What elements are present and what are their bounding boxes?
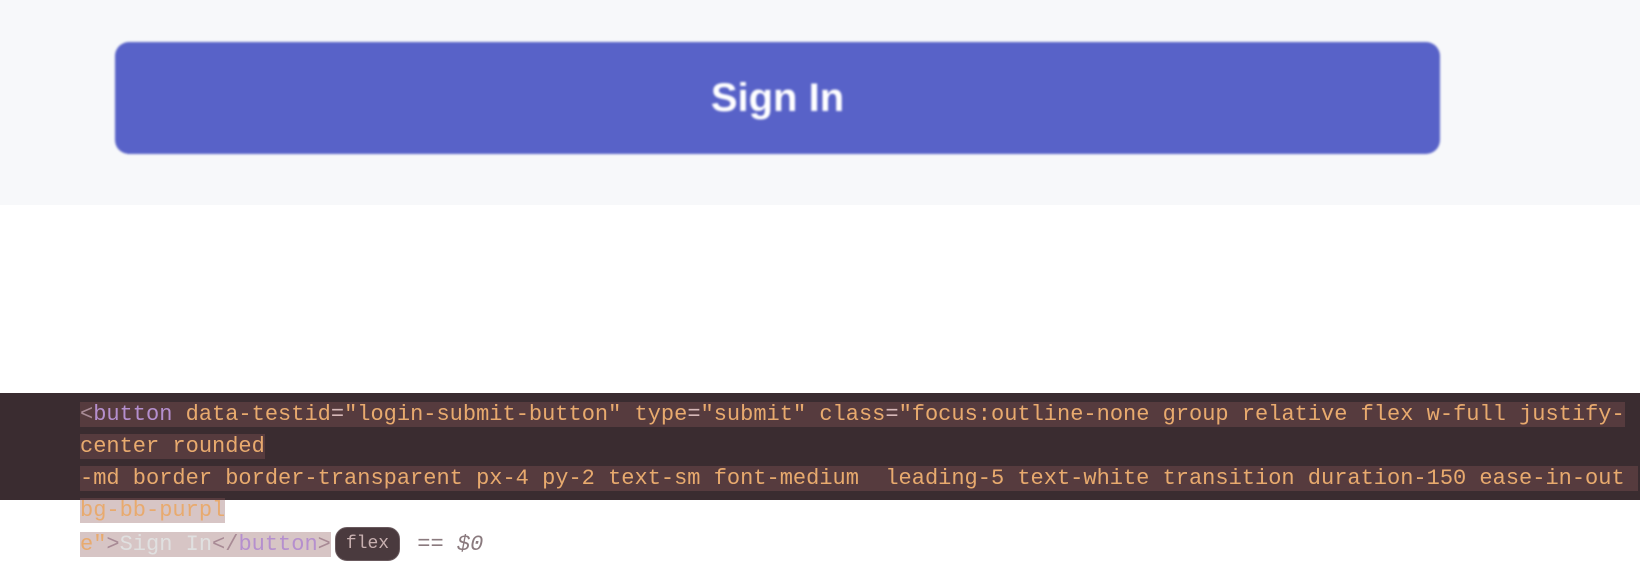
page-top-section: Sign In <box>0 0 1640 205</box>
code-attr-type: type <box>635 402 688 427</box>
code-attr-testid: data-testid <box>186 402 331 427</box>
code-inner-text: Sign In <box>120 532 212 557</box>
devtools-dollar-zero: == $0 <box>404 532 483 557</box>
code-class-value-line3: e" <box>80 532 106 557</box>
code-attr-type-value: "submit" <box>701 402 807 427</box>
code-bracket-open: < <box>80 402 93 427</box>
code-tag-name: button <box>93 402 172 427</box>
devtools-flex-badge[interactable]: flex <box>335 527 400 561</box>
code-class-value-line2: -md border border-transparent px-4 py-2 … <box>80 466 1638 523</box>
signin-button[interactable]: Sign In <box>115 42 1440 154</box>
devtools-selected-element[interactable]: <button data-testid="login-submit-button… <box>80 402 1638 557</box>
code-attr-class: class <box>819 402 885 427</box>
code-attr-testid-value: "login-submit-button" <box>344 402 621 427</box>
devtools-elements-panel[interactable]: <button data-testid="login-submit-button… <box>0 393 1640 500</box>
page-middle-blank <box>0 205 1640 393</box>
